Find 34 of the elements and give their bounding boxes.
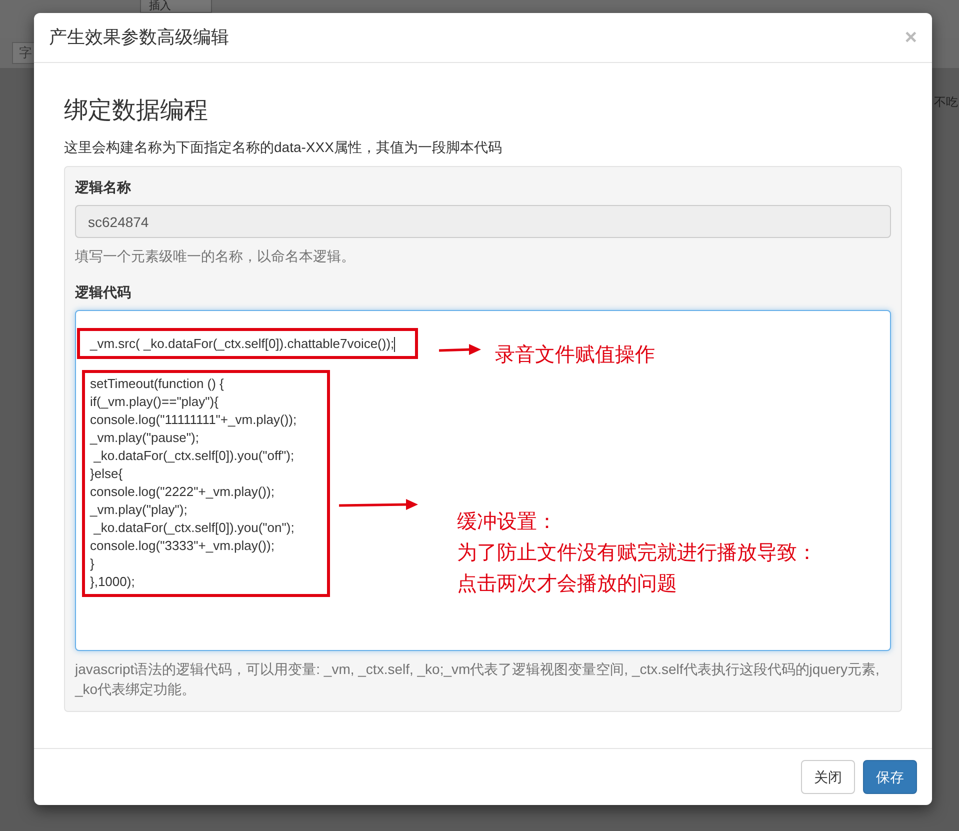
dialog-title: 产生效果参数高级编辑 <box>49 26 229 49</box>
field-label: 逻辑名称 <box>75 178 132 197</box>
code-line: },1000); <box>90 572 136 591</box>
help-text: 填写一个元素级唯一的名称，以命名本逻辑。 <box>75 246 356 266</box>
annotation-text: 录音文件赋值操作 <box>495 342 655 368</box>
arrow-icon <box>439 344 481 356</box>
annotation-text: 为了防止文件没有赋完就进行播放导致： <box>457 540 817 566</box>
annotation-text: 点击两次才会播放的问题 <box>457 572 678 597</box>
field-label: 逻辑代码 <box>75 282 132 302</box>
section-heading: 绑定数据编程 <box>64 96 209 126</box>
annotation-text: 缓冲设置： <box>457 510 558 535</box>
insert-dropdown[interactable]: 插入 <box>140 0 212 13</box>
code-line: _ko.dataFor(_ctx.self[0]).you("on"); <box>92 518 296 537</box>
close-button[interactable]: 关闭 <box>801 760 855 794</box>
code-line: _vm.src( _ko.dataFor(_ctx.self[0]).chattable7voice()); <box>90 336 394 351</box>
background-text: 不吃 <box>934 95 958 109</box>
code-line: }else{ <box>90 464 124 483</box>
code-line: _ko.dataFor(_ctx.self[0]).you("off"); <box>92 446 296 465</box>
code-textarea[interactable] <box>75 310 891 651</box>
code-line: } <box>90 554 96 573</box>
description-text: 这里会构建名称为下面指定名称的data-XXX属性，其值为一段脚本代码 <box>64 138 503 157</box>
code-line: _vm.play("pause"); <box>90 428 200 447</box>
code-line: console.log("11111111"+_vm.play()); <box>90 410 298 429</box>
code-line: setTimeout(function () { <box>90 374 225 393</box>
code-line: if(_vm.play()=="play"){ <box>90 392 220 411</box>
arrow-icon <box>339 498 418 511</box>
name-input: sc624874 <box>75 204 891 238</box>
text-caret <box>394 336 396 352</box>
code-line: _vm.play("play"); <box>90 500 188 519</box>
close-button[interactable]: × <box>904 26 917 48</box>
code-line: console.log("3333"+_vm.play()); <box>90 536 276 555</box>
save-button[interactable]: 保存 <box>863 760 917 794</box>
code-line: console.log("2222"+_vm.play()); <box>90 482 276 501</box>
help-text: javascript语法的逻辑代码，可以用变量: _vm, _ctx.self, _ko;_vm代表了逻辑视图变量空间, _ctx.self代表执行这段代码的jquery元素, _ko代表绑定功能。 <box>75 660 880 700</box>
